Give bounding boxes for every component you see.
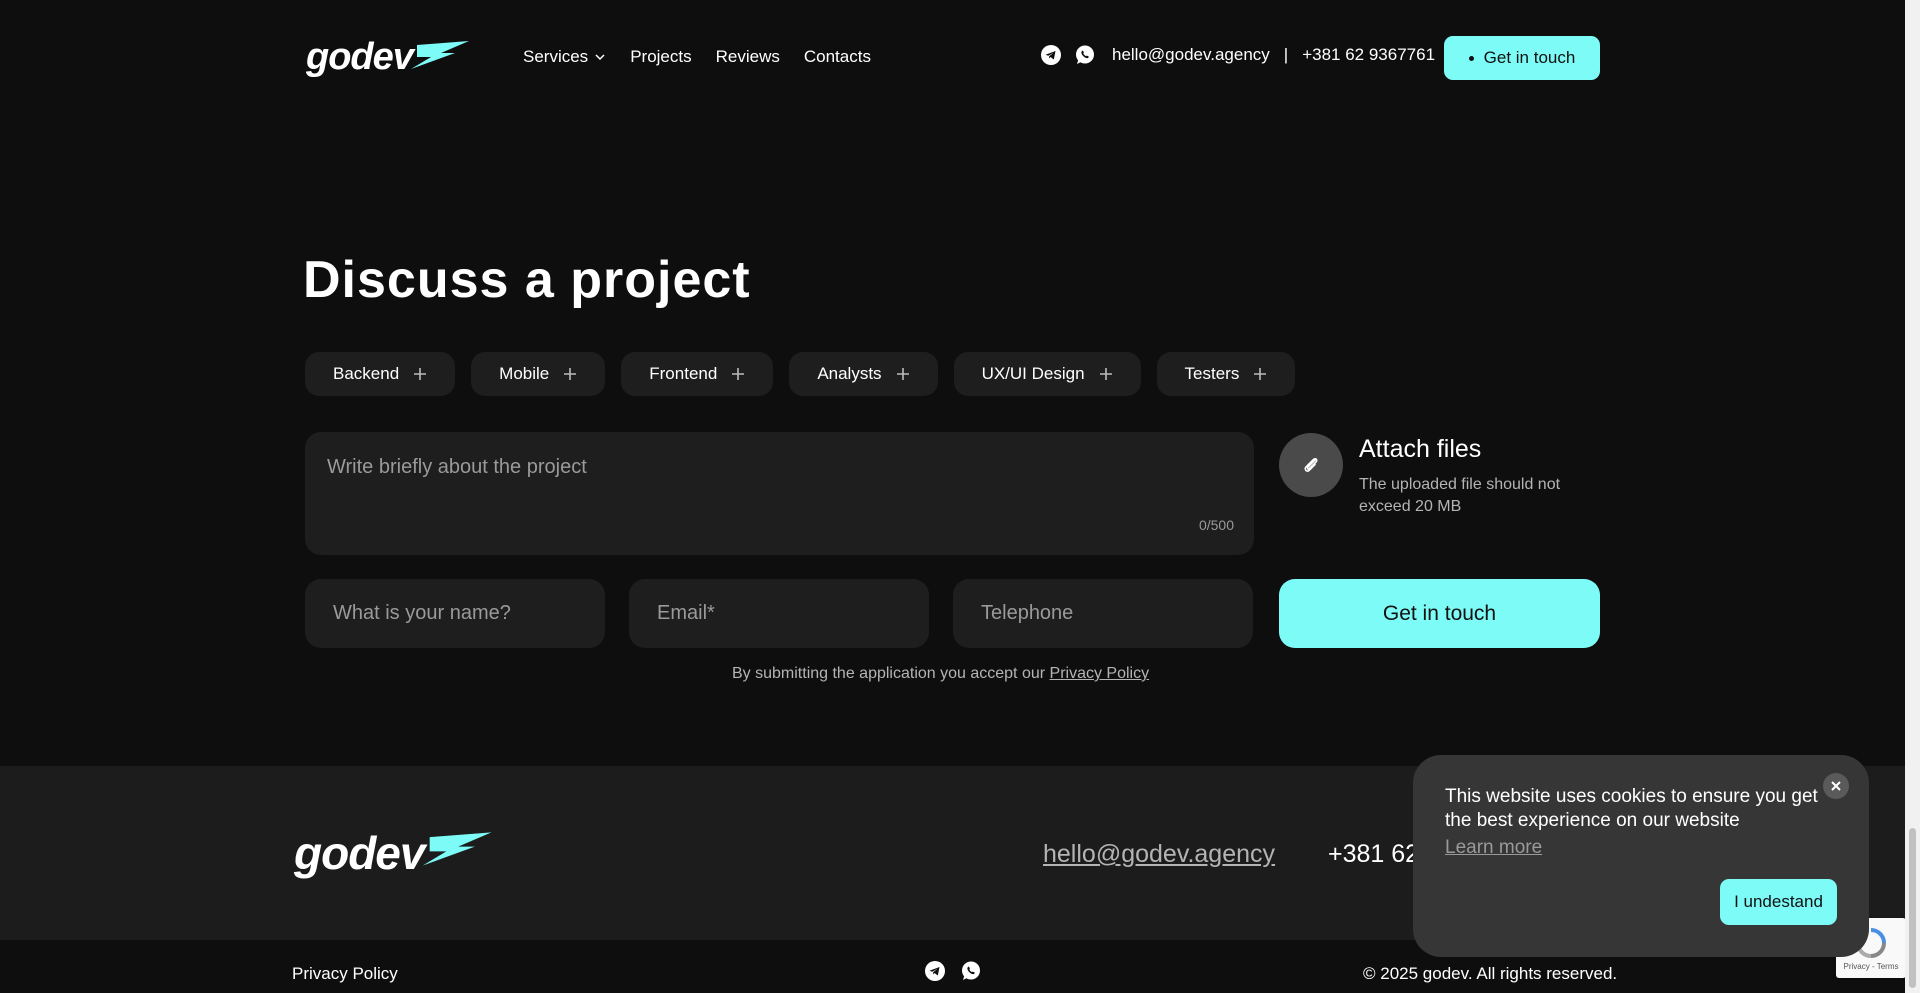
header-phone-link[interactable]: +381 62 9367761	[1302, 45, 1435, 65]
chip-analysts[interactable]: Analysts	[789, 352, 938, 396]
logo-bolt-icon	[410, 40, 469, 69]
footer-phone-link[interactable]: +381 62	[1328, 840, 1419, 869]
recaptcha-text: Privacy - Terms	[1843, 961, 1899, 971]
chip-label: Analysts	[817, 364, 882, 383]
plus-icon	[732, 368, 745, 380]
chevron-down-icon	[595, 54, 605, 61]
nav-label-projects: Projects	[630, 47, 692, 66]
attach-title: Attach files	[1359, 435, 1482, 463]
bullet-dot-icon	[1468, 55, 1474, 61]
header-contacts: hello@godev.agency | +381 62 9367761	[1040, 44, 1435, 66]
header-get-in-touch-button[interactable]: Get in touch	[1444, 36, 1600, 80]
nav-item-contacts[interactable]: Contacts	[804, 47, 871, 67]
chip-testers[interactable]: Testers	[1156, 352, 1296, 396]
whatsapp-icon[interactable]	[1074, 44, 1096, 66]
contact-separator: |	[1283, 45, 1289, 64]
header-cta-label: Get in touch	[1483, 48, 1576, 67]
cookie-close-button[interactable]	[1823, 773, 1849, 799]
attach-files-button[interactable]	[1279, 433, 1343, 497]
whatsapp-icon[interactable]	[960, 960, 982, 982]
plus-icon	[1254, 368, 1267, 380]
chip-backend[interactable]: Backend	[305, 352, 456, 396]
site-header: godev Services Projects Reviews Contacts…	[0, 0, 1905, 116]
nav-label-reviews: Reviews	[715, 47, 780, 66]
footer-logo[interactable]: godev	[294, 826, 492, 880]
cookie-accept-label: I undestand	[1734, 892, 1823, 911]
chip-label: Testers	[1184, 364, 1240, 383]
consent-privacy-link[interactable]: Privacy Policy	[1050, 665, 1150, 682]
cookie-message: This website uses cookies to ensure you …	[1445, 786, 1818, 831]
telephone-input[interactable]	[953, 579, 1253, 648]
footer-logo-text: godev	[294, 827, 425, 879]
submit-get-in-touch-button[interactable]: Get in touch	[1279, 579, 1600, 648]
contact-inputs	[305, 579, 1253, 648]
service-chips: Backend Mobile Frontend Analysts UX/UI D…	[305, 352, 1296, 396]
cookie-learn-more-link[interactable]: Learn more	[1445, 837, 1542, 859]
consent-note: By submitting the application you accept…	[732, 665, 1149, 683]
plus-icon	[564, 368, 577, 380]
chip-label: Mobile	[499, 364, 550, 383]
nav-label-services: Services	[523, 47, 589, 66]
close-icon	[1831, 781, 1841, 791]
logo-bolt-icon	[423, 832, 492, 866]
header-logo[interactable]: godev	[306, 36, 469, 79]
attach-text: Attach files The uploaded file should no…	[1359, 433, 1579, 518]
attach-files: Attach files The uploaded file should no…	[1279, 433, 1579, 518]
project-description-input[interactable]	[305, 432, 1254, 555]
name-input[interactable]	[305, 579, 605, 648]
email-input[interactable]	[629, 579, 929, 648]
plus-icon	[1099, 368, 1112, 380]
main-nav: Services Projects Reviews Contacts	[523, 47, 871, 67]
chip-label: UX/UI Design	[981, 364, 1085, 383]
nav-item-projects[interactable]: Projects	[630, 47, 691, 67]
plus-icon	[896, 368, 909, 380]
footer-social	[924, 960, 982, 982]
nav-label-contacts: Contacts	[803, 47, 871, 66]
page-scrollbar[interactable]	[1905, 0, 1920, 993]
telegram-icon[interactable]	[1040, 44, 1062, 66]
cookie-banner: This website uses cookies to ensure you …	[1413, 755, 1869, 957]
character-counter: 0/500	[1198, 517, 1234, 533]
footer-privacy-link[interactable]: Privacy Policy	[292, 964, 398, 984]
plus-icon	[414, 368, 427, 380]
attach-note: The uploaded file should not exceed 20 M…	[1359, 476, 1561, 515]
submit-label: Get in touch	[1382, 601, 1497, 625]
paperclip-icon	[1304, 457, 1318, 472]
chip-label: Backend	[333, 364, 400, 383]
footer-email-link[interactable]: hello@godev.agency	[1043, 840, 1275, 869]
logo-text: godev	[306, 36, 414, 78]
consent-text: By submitting the application you accept…	[732, 665, 1050, 682]
copyright-text: © 2025 godev. All rights reserved.	[1363, 964, 1618, 983]
page-title: Discuss a project	[303, 251, 751, 309]
chip-label: Frontend	[649, 364, 718, 383]
chip-mobile[interactable]: Mobile	[471, 352, 606, 396]
project-description-box: 0/500	[305, 432, 1254, 555]
nav-item-services[interactable]: Services	[523, 47, 606, 67]
chip-frontend[interactable]: Frontend	[621, 352, 774, 396]
scrollbar-thumb[interactable]	[1909, 828, 1916, 988]
header-email-link[interactable]: hello@godev.agency	[1112, 45, 1270, 65]
chip-ux-ui-design[interactable]: UX/UI Design	[953, 352, 1141, 396]
nav-item-reviews[interactable]: Reviews	[716, 47, 780, 67]
telegram-icon[interactable]	[924, 960, 946, 982]
cookie-accept-button[interactable]: I undestand	[1720, 879, 1837, 925]
